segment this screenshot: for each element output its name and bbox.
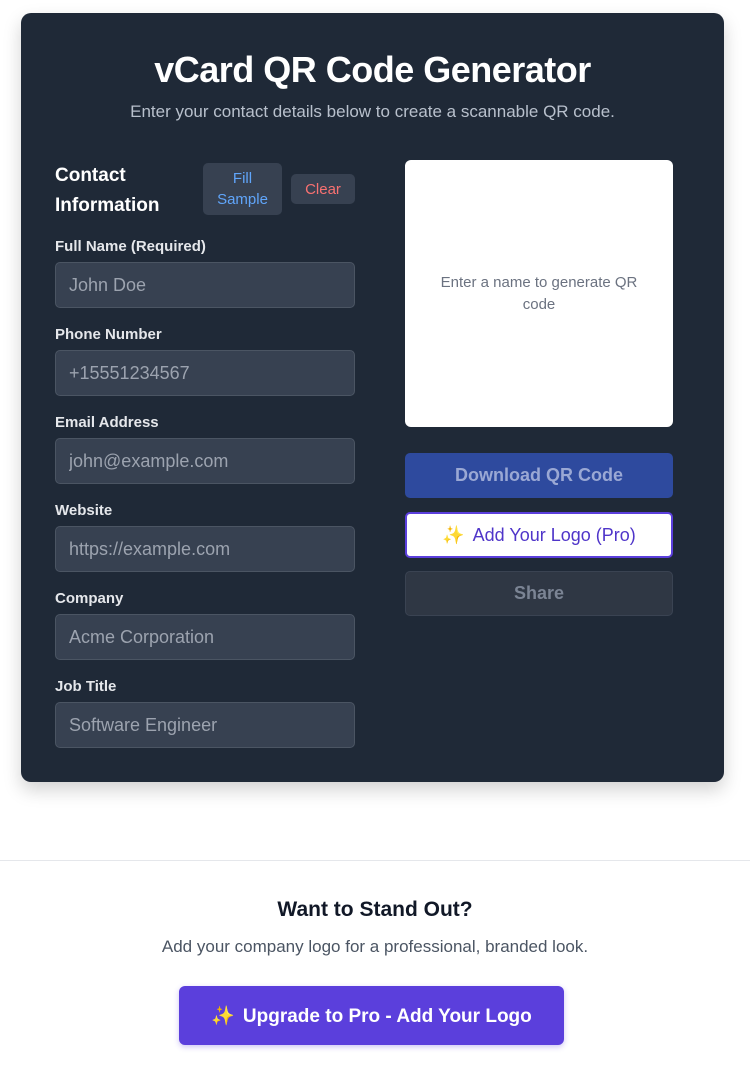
sparkles-icon: ✨ <box>211 1005 235 1027</box>
qr-placeholder-text: Enter a name to generate QR code <box>440 273 638 313</box>
upgrade-pro-button[interactable]: ✨ Upgrade to Pro - Add Your Logo <box>179 986 564 1045</box>
email-input[interactable] <box>55 438 355 484</box>
add-logo-button[interactable]: ✨ Add Your Logo (Pro) <box>405 512 673 558</box>
section-divider <box>0 860 750 861</box>
job-title-input[interactable] <box>55 702 355 748</box>
website-label: Website <box>55 502 113 519</box>
phone-label: Phone Number <box>55 326 162 343</box>
full-name-label: Full Name (Required) <box>55 238 206 255</box>
fill-sample-button[interactable]: Fill Sample <box>203 163 282 215</box>
phone-input[interactable] <box>55 350 355 396</box>
download-qr-button[interactable]: Download QR Code <box>405 453 673 498</box>
clear-button[interactable]: Clear <box>291 174 355 204</box>
promo-title: Want to Stand Out? <box>277 898 473 921</box>
page-subtitle: Enter your contact details below to crea… <box>130 102 615 121</box>
website-input[interactable] <box>55 526 355 572</box>
contact-section-title: Contact Information <box>55 165 160 216</box>
generator-card: vCard QR Code Generator Enter your conta… <box>21 13 724 782</box>
upgrade-label: Upgrade to Pro - Add Your Logo <box>242 1005 532 1027</box>
page-title: vCard QR Code Generator <box>154 49 591 90</box>
share-button[interactable]: Share <box>405 571 673 616</box>
promo-text: Add your company logo for a professional… <box>161 937 589 956</box>
job-title-label: Job Title <box>55 678 117 695</box>
full-name-input[interactable] <box>55 262 355 308</box>
qr-preview-box: Enter a name to generate QR code <box>405 160 673 427</box>
email-label: Email Address <box>55 414 159 431</box>
add-logo-label: Add Your Logo (Pro) <box>472 524 636 545</box>
sparkles-icon: ✨ <box>442 524 465 545</box>
company-input[interactable] <box>55 614 355 660</box>
company-label: Company <box>55 590 124 607</box>
